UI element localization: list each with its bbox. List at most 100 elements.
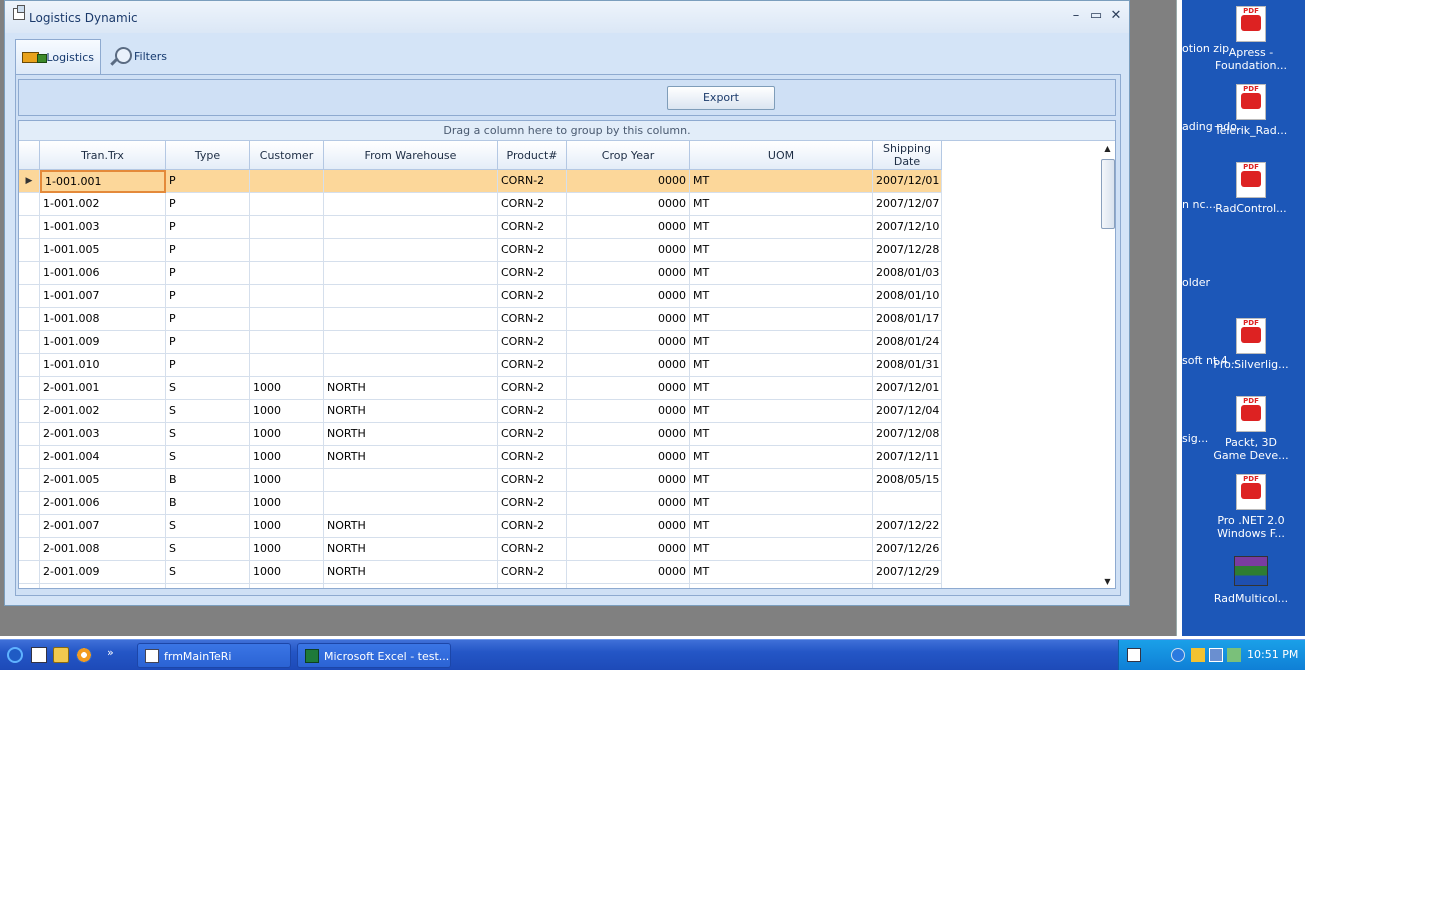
table-cell[interactable]: 0000 [567, 285, 690, 308]
table-cell[interactable] [324, 170, 498, 193]
table-cell[interactable]: 2-001.005 [40, 469, 166, 492]
table-cell[interactable]: CORN-2 [498, 538, 567, 561]
table-row[interactable]: 1-001.003 P CORN-2 0000 MT 2007/12/10 [19, 216, 942, 239]
row-indicator[interactable] [19, 561, 40, 584]
table-cell[interactable]: MT [690, 308, 873, 331]
table-cell[interactable]: 2008/01/10 [873, 285, 942, 308]
table-cell[interactable]: 0000 [567, 262, 690, 285]
table-cell[interactable]: NORTH [324, 446, 498, 469]
table-cell[interactable] [873, 492, 942, 515]
column-header[interactable]: From Warehouse [324, 141, 498, 170]
table-cell[interactable]: 2-001.007 [40, 515, 166, 538]
table-cell[interactable]: 2007/12/01 [873, 170, 942, 193]
vertical-scrollbar[interactable]: ▲ ▼ [1099, 141, 1115, 588]
table-cell[interactable]: MT [690, 561, 873, 584]
tray-app-icon[interactable] [1227, 648, 1241, 662]
desktop-icon[interactable]: PDF Telerik_Rad... [1211, 84, 1291, 137]
table-cell[interactable] [324, 262, 498, 285]
table-cell[interactable]: 2-001.008 [40, 538, 166, 561]
table-cell[interactable]: 0000 [567, 561, 690, 584]
table-cell[interactable]: 2007/12/10 [873, 216, 942, 239]
table-cell[interactable]: 2007/12/07 [873, 193, 942, 216]
table-cell[interactable]: MT [690, 216, 873, 239]
table-cell[interactable] [19, 584, 40, 588]
help-icon[interactable] [1127, 648, 1141, 662]
media-player-icon[interactable] [76, 647, 92, 663]
table-cell[interactable]: MT [690, 377, 873, 400]
table-cell[interactable]: 2007/12/28 [873, 239, 942, 262]
minimize-button[interactable]: – [1067, 7, 1085, 25]
row-indicator[interactable] [19, 354, 40, 377]
table-cell[interactable]: 0000 [567, 193, 690, 216]
table-cell[interactable]: CORN-2 [498, 469, 567, 492]
table-cell[interactable]: 2-001.006 [40, 492, 166, 515]
row-indicator[interactable] [19, 193, 40, 216]
row-indicator[interactable]: ▶ [19, 170, 40, 193]
table-cell[interactable]: 2-001.003 [40, 423, 166, 446]
tab-logistics[interactable]: Logistics [15, 39, 101, 74]
table-cell[interactable] [324, 285, 498, 308]
table-row[interactable]: 1-001.009 P CORN-2 0000 MT 2008/01/24 [19, 331, 942, 354]
table-cell[interactable] [166, 584, 250, 588]
table-cell[interactable]: 1-001.009 [40, 331, 166, 354]
table-row[interactable]: 2-001.006 B 1000 CORN-2 0000 MT [19, 492, 942, 515]
table-cell[interactable]: 0000 [567, 515, 690, 538]
table-row[interactable]: 1-001.005 P CORN-2 0000 MT 2007/12/28 [19, 239, 942, 262]
table-cell[interactable]: 1-001.002 [40, 193, 166, 216]
table-cell[interactable] [324, 308, 498, 331]
table-cell[interactable]: CORN-2 [498, 446, 567, 469]
scroll-thumb[interactable] [1101, 159, 1115, 229]
show-hidden-icons-icon[interactable] [1171, 648, 1185, 662]
table-cell[interactable]: 1000 [250, 492, 324, 515]
table-cell[interactable]: CORN-2 [498, 377, 567, 400]
table-cell[interactable]: CORN-2 [498, 216, 567, 239]
table-cell[interactable] [324, 469, 498, 492]
table-cell[interactable]: 0000 [567, 400, 690, 423]
table-cell[interactable]: CORN-2 [498, 354, 567, 377]
title-bar[interactable]: Logistics Dynamic – ▭ ✕ [5, 1, 1129, 33]
table-cell[interactable]: S [166, 515, 250, 538]
table-cell[interactable] [250, 584, 324, 588]
desktop-icon[interactable]: RadMulticol... [1211, 552, 1291, 605]
table-cell[interactable]: 2007/12/29 [873, 561, 942, 584]
table-cell[interactable]: 0000 [567, 423, 690, 446]
table-cell[interactable]: 0000 [567, 538, 690, 561]
table-cell[interactable]: B [166, 492, 250, 515]
table-cell[interactable]: 2008/05/15 [873, 469, 942, 492]
table-cell[interactable]: 1-001.003 [40, 216, 166, 239]
table-cell[interactable]: 1-001.001 [40, 170, 166, 193]
folder-icon[interactable] [53, 647, 69, 663]
desktop-icon-cut-label[interactable]: older [1182, 276, 1210, 289]
clock[interactable]: 10:51 PM [1247, 648, 1298, 661]
table-row[interactable]: 2-001.001 S 1000 NORTH CORN-2 0000 MT 2007/12/0… [19, 377, 942, 400]
table-cell[interactable]: MT [690, 538, 873, 561]
column-header[interactable]: Crop Year [567, 141, 690, 170]
table-cell[interactable]: B [166, 469, 250, 492]
table-cell[interactable]: MT [690, 492, 873, 515]
column-header[interactable]: UOM [690, 141, 873, 170]
table-cell[interactable] [250, 239, 324, 262]
table-cell[interactable] [250, 170, 324, 193]
table-cell[interactable]: S [166, 446, 250, 469]
table-cell[interactable]: 2-001.004 [40, 446, 166, 469]
table-cell[interactable]: MT [690, 331, 873, 354]
column-header[interactable]: Product# [498, 141, 567, 170]
row-indicator[interactable] [19, 492, 40, 515]
table-cell[interactable]: S [166, 377, 250, 400]
internet-explorer-icon[interactable] [7, 647, 23, 663]
table-cell[interactable]: NORTH [324, 377, 498, 400]
table-cell[interactable]: 0000 [567, 331, 690, 354]
table-cell[interactable]: 2008/01/31 [873, 354, 942, 377]
table-cell[interactable]: 0000 [567, 377, 690, 400]
table-cell[interactable]: MT [690, 446, 873, 469]
row-indicator[interactable] [19, 400, 40, 423]
app-icon[interactable] [13, 5, 25, 20]
table-cell[interactable]: MT [690, 469, 873, 492]
table-cell[interactable]: 1-001.006 [40, 262, 166, 285]
table-cell[interactable]: MT [690, 354, 873, 377]
table-cell[interactable]: 0000 [567, 308, 690, 331]
table-cell[interactable]: MT [690, 193, 873, 216]
row-indicator[interactable] [19, 446, 40, 469]
table-cell[interactable]: S [166, 561, 250, 584]
table-cell[interactable]: 0000 [567, 170, 690, 193]
